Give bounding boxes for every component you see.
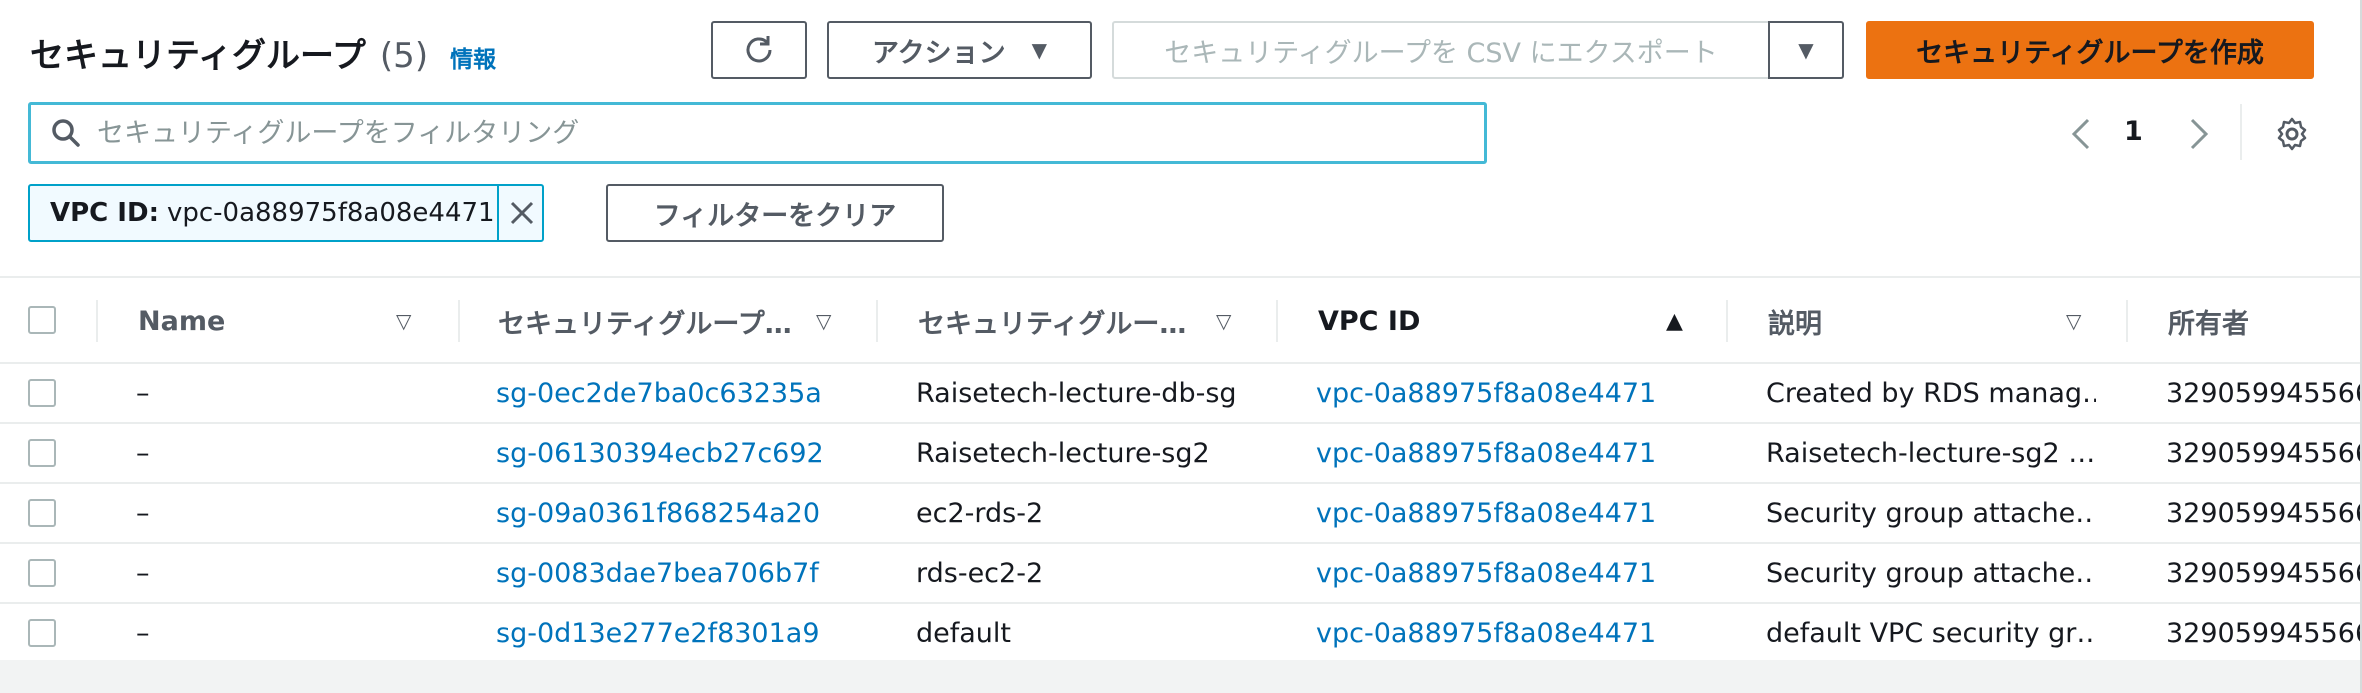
select-all-checkbox[interactable] (28, 306, 56, 334)
create-security-group-button[interactable]: セキュリティグループを作成 (1866, 21, 2314, 79)
export-dropdown-button[interactable]: ▼ (1768, 21, 1844, 79)
column-divider (876, 300, 878, 342)
cell-security-group-name: Raisetech-lecture-db-sg (916, 377, 1237, 409)
column-divider (2126, 300, 2128, 342)
next-page-icon[interactable] (2184, 114, 2214, 154)
row-checkbox[interactable] (28, 499, 56, 527)
close-icon (510, 201, 533, 225)
cell-owner: 329059945566 (2166, 617, 2362, 649)
cell-name: – (136, 377, 150, 409)
table-row[interactable]: – sg-06130394ecb27c692 Raisetech-lecture… (0, 424, 2362, 484)
actions-label: アクション (871, 37, 1006, 69)
item-count: (5) (379, 36, 429, 76)
info-link[interactable]: 情報 (450, 40, 496, 74)
search-input[interactable] (97, 105, 1484, 161)
clear-filters-label: フィルターをクリア (653, 200, 897, 232)
cell-name: – (136, 497, 150, 529)
column-header-description[interactable]: 説明 (1768, 278, 2068, 364)
cell-description: Security group attache… (1766, 557, 2096, 589)
page-title-group: セキュリティグループ (5) 情報 (30, 28, 496, 76)
table-row[interactable]: – sg-0ec2de7ba0c63235a Raisetech-lecture… (0, 364, 2362, 424)
sort-icon[interactable]: ▽ (1216, 278, 1231, 364)
cell-owner: 329059945566 (2166, 377, 2362, 409)
remove-filter-button[interactable] (497, 186, 544, 240)
search-icon (52, 119, 80, 147)
row-checkbox[interactable] (28, 439, 56, 467)
search-bar[interactable] (28, 102, 1487, 164)
cell-security-group-id[interactable]: sg-06130394ecb27c692 (496, 424, 876, 482)
column-header-security-group-id[interactable]: セキュリティグループ… (498, 278, 808, 364)
table-row[interactable]: – sg-09a0361f868254a20 ec2-rds-2 vpc-0a8… (0, 484, 2362, 544)
sort-icon[interactable]: ▽ (396, 278, 411, 364)
cell-vpc-id[interactable]: vpc-0a88975f8a08e4471 (1316, 484, 1736, 542)
cell-security-group-name: rds-ec2-2 (916, 557, 1044, 589)
filter-token-value: vpc-0a88975f8a08e4471 (166, 198, 495, 228)
cell-vpc-id[interactable]: vpc-0a88975f8a08e4471 (1316, 604, 1736, 662)
create-label: セキュリティグループを作成 (1916, 37, 2264, 69)
row-checkbox[interactable] (28, 379, 56, 407)
caret-down-icon: ▼ (1798, 38, 1814, 62)
cell-description: Raisetech-lecture-sg2 … (1766, 437, 2096, 469)
cell-security-group-id[interactable]: sg-0d13e277e2f8301a9 (496, 604, 876, 662)
previous-page-icon[interactable] (2066, 114, 2096, 154)
cell-vpc-id[interactable]: vpc-0a88975f8a08e4471 (1316, 424, 1736, 482)
cell-security-group-name: Raisetech-lecture-sg2 (916, 437, 1210, 469)
export-csv-button[interactable]: セキュリティグループを CSV にエクスポート (1112, 21, 1770, 79)
cell-owner: 329059945566 (2166, 437, 2362, 469)
cell-description: Created by RDS manag… (1766, 377, 2096, 409)
cell-owner: 329059945566 (2166, 557, 2362, 589)
filter-token-key: VPC ID: (50, 198, 159, 228)
current-page-number[interactable]: 1 (2124, 116, 2143, 147)
cell-description: default VPC security gr… (1766, 617, 2096, 649)
cell-security-group-name: ec2-rds-2 (916, 497, 1044, 529)
filter-token: VPC ID: vpc-0a88975f8a08e4471 (28, 184, 544, 242)
table-header: Name ▽ セキュリティグループ… ▽ セキュリティグルー… ▽ VPC ID… (0, 278, 2362, 364)
column-header-vpc-id[interactable]: VPC ID (1318, 278, 1618, 364)
sort-icon[interactable]: ▽ (2066, 278, 2081, 364)
cell-name: – (136, 437, 150, 469)
security-groups-table: Name ▽ セキュリティグループ… ▽ セキュリティグルー… ▽ VPC ID… (0, 276, 2362, 664)
row-checkbox[interactable] (28, 559, 56, 587)
table-footer (0, 660, 2362, 693)
table-row[interactable]: – sg-0d13e277e2f8301a9 default vpc-0a889… (0, 604, 2362, 664)
column-divider (1726, 300, 1728, 342)
table-row[interactable]: – sg-0083dae7bea706b7f rds-ec2-2 vpc-0a8… (0, 544, 2362, 604)
cell-name: – (136, 617, 150, 649)
refresh-icon (746, 36, 772, 63)
sort-ascending-icon[interactable]: ▲ (1666, 278, 1683, 364)
row-checkbox[interactable] (28, 619, 56, 647)
cell-security-group-name: default (916, 617, 1012, 649)
sort-icon[interactable]: ▽ (816, 278, 831, 364)
cell-security-group-id[interactable]: sg-0ec2de7ba0c63235a (496, 364, 876, 422)
column-divider (1276, 300, 1278, 342)
pagination-divider (2240, 104, 2242, 160)
column-divider (96, 300, 98, 342)
cell-security-group-id[interactable]: sg-0083dae7bea706b7f (496, 544, 876, 602)
cell-description: Security group attache… (1766, 497, 2096, 529)
page-title: セキュリティグループ (30, 36, 366, 76)
clear-filters-button[interactable]: フィルターをクリア (606, 184, 944, 242)
gear-icon[interactable] (2274, 116, 2310, 152)
cell-security-group-id[interactable]: sg-09a0361f868254a20 (496, 484, 876, 542)
column-divider (458, 300, 460, 342)
actions-dropdown[interactable]: アクション ▼ (827, 21, 1092, 79)
column-header-security-group-name[interactable]: セキュリティグルー… (918, 278, 1208, 364)
cell-vpc-id[interactable]: vpc-0a88975f8a08e4471 (1316, 364, 1736, 422)
cell-owner: 329059945566 (2166, 497, 2362, 529)
cell-name: – (136, 557, 150, 589)
export-csv-label: セキュリティグループを CSV にエクスポート (1164, 37, 1718, 69)
cell-vpc-id[interactable]: vpc-0a88975f8a08e4471 (1316, 544, 1736, 602)
caret-down-icon: ▼ (1031, 38, 1048, 62)
refresh-button[interactable] (711, 21, 807, 79)
column-header-name[interactable]: Name (138, 278, 388, 364)
column-header-owner[interactable]: 所有者 (2168, 278, 2362, 364)
